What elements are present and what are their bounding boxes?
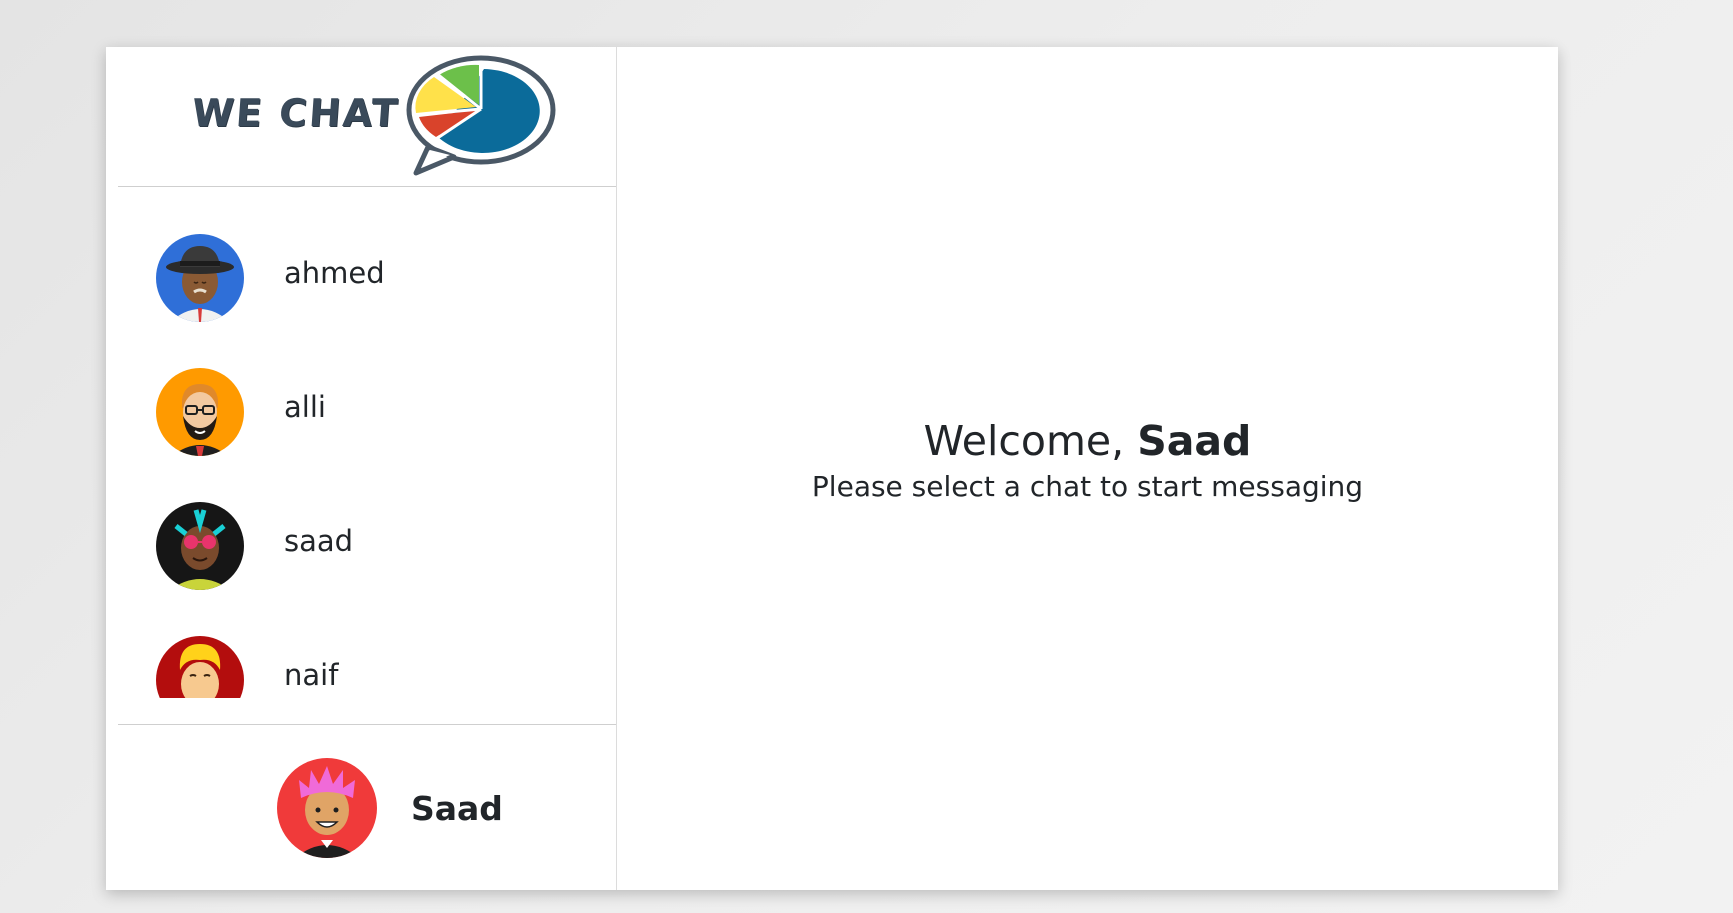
chat-bubble-pie-logo-icon [406, 55, 556, 176]
welcome-heading: Welcome, Saad [617, 417, 1558, 466]
blonde-man-avatar-icon [156, 636, 244, 698]
current-user-panel[interactable]: Saad [118, 724, 616, 891]
contact-item[interactable]: saad [118, 502, 616, 622]
current-user-name: Saad [411, 789, 503, 828]
chat-main-panel: Welcome, Saad Please select a chat to st… [617, 47, 1558, 890]
logo-area: WE CHAT [118, 47, 616, 187]
contact-item[interactable]: ahmed [118, 234, 616, 354]
contact-list[interactable]: ahmed alli saad naif [118, 186, 616, 742]
welcome-prefix: Welcome, [923, 417, 1138, 465]
contact-name: naif [284, 658, 339, 692]
contact-name: saad [284, 524, 354, 558]
bearded-man-with-glasses-avatar-icon [156, 368, 244, 456]
contact-name: alli [284, 390, 326, 424]
contact-item[interactable]: naif [118, 636, 616, 698]
welcome-subtitle: Please select a chat to start messaging [811, 470, 1364, 504]
logo-text: WE CHAT [190, 91, 401, 135]
contact-name: ahmed [284, 256, 385, 290]
sidebar: WE CHAT ahmed alli saad naif Saad [106, 47, 617, 890]
contact-item[interactable]: alli [118, 368, 616, 488]
welcome-message: Welcome, Saad Please select a chat to st… [617, 417, 1558, 503]
chat-app-window: WE CHAT ahmed alli saad naif Saad Welcom… [106, 47, 1558, 890]
woman-with-sunglasses-avatar-icon [156, 502, 244, 590]
welcome-user-name: Saad [1137, 417, 1252, 465]
contact-list-viewport: ahmed alli saad naif [118, 186, 616, 698]
pink-haired-man-avatar-icon [277, 758, 377, 858]
man-with-fedora-avatar-icon [156, 234, 244, 322]
